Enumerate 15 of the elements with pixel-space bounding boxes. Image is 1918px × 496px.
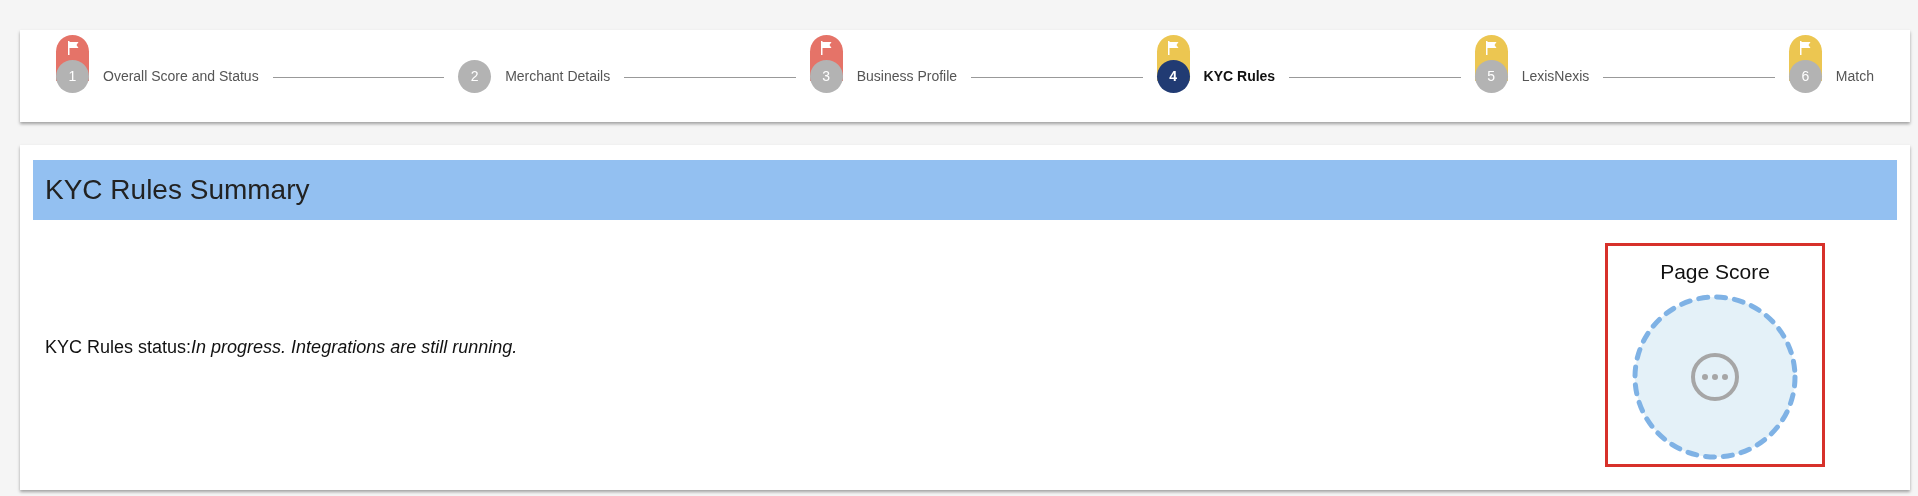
status-text: KYC Rules status:In progress. Integrations are still running.: [45, 337, 518, 358]
flag-icon: [1485, 40, 1498, 55]
step-label[interactable]: Match: [1835, 68, 1874, 84]
step-label[interactable]: Merchant Details: [505, 68, 611, 84]
flag-icon: [66, 40, 79, 55]
pending-score-icon: [1632, 293, 1798, 460]
flag-icon: [1799, 40, 1812, 55]
flag-icon: [1167, 40, 1180, 55]
step-label[interactable]: LexisNexis: [1521, 68, 1590, 84]
step-label[interactable]: Business Profile: [856, 68, 958, 84]
step-label[interactable]: Overall Score and Status: [103, 68, 259, 84]
score-title: Page Score: [1660, 259, 1770, 284]
step-label[interactable]: KYC Rules: [1203, 68, 1276, 84]
flag-icon: [820, 40, 833, 55]
section-title: KYC Rules Summary: [33, 160, 1897, 220]
